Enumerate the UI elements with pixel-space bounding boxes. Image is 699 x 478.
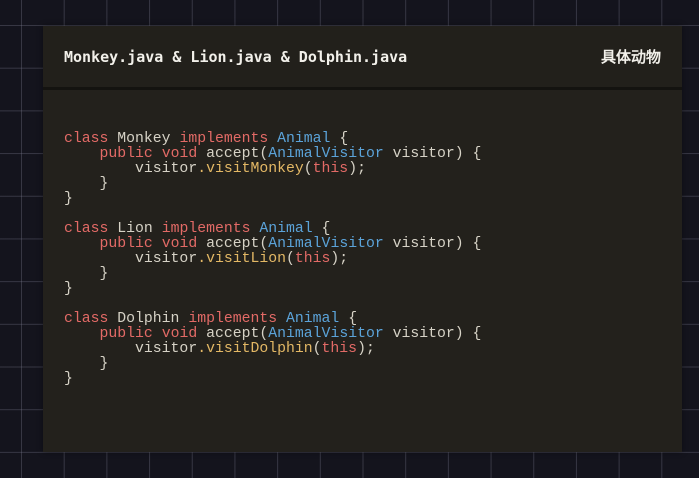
code-token: class — [64, 221, 118, 237]
code-line: } — [64, 192, 481, 207]
code-token: ( — [312, 341, 322, 357]
code-line: visitor.visitDolphin(this); — [64, 342, 481, 357]
code-token: ); — [348, 161, 366, 177]
code-token: Animal — [259, 221, 322, 237]
code-token: AnimalVisitor — [268, 236, 393, 252]
code-line: public void accept(AnimalVisitor visitor… — [64, 326, 482, 342]
code-line: visitor.visitLion(this); — [64, 252, 481, 267]
code-token: } — [64, 266, 109, 282]
code-token: Animal — [286, 311, 349, 327]
file-title: Monkey.java & Lion.java & Dolphin.java — [64, 47, 408, 66]
code-token: accept( — [206, 236, 269, 252]
code-token: accept( — [206, 146, 269, 162]
code-token: } — [64, 191, 73, 207]
code-token: { — [348, 311, 358, 327]
code-token: this — [321, 341, 358, 357]
code-token: .visitLion — [197, 251, 286, 267]
code-token: ); — [357, 341, 375, 357]
code-token: AnimalVisitor — [268, 326, 393, 342]
code-line: public void accept(AnimalVisitor visitor… — [64, 236, 482, 252]
code-token: visitor) { — [392, 326, 482, 342]
category-label: 具体动物 — [600, 48, 661, 66]
code-token: void — [161, 326, 207, 342]
code-token: void — [161, 146, 207, 162]
code-token: AnimalVisitor — [268, 146, 393, 162]
code-token: visitor — [64, 161, 198, 177]
code-token: visitor — [64, 251, 198, 267]
code-token: public — [99, 326, 162, 342]
code-token: } — [64, 281, 73, 297]
code-token: } — [64, 371, 73, 387]
code-token: implements — [161, 221, 260, 237]
code-token: public — [99, 236, 162, 252]
code-token: Lion — [117, 221, 162, 237]
code-token: ); — [330, 251, 349, 267]
code-token: { — [321, 221, 331, 237]
code-line: } — [64, 372, 481, 387]
code-token: implements — [188, 311, 287, 327]
code-line: class Dolphin implements Animal { — [64, 312, 481, 327]
code-token: Animal — [277, 131, 340, 147]
code-token: Monkey — [117, 131, 180, 147]
code-token: ( — [303, 161, 313, 177]
code-line: } — [64, 177, 481, 192]
code-block: class Monkey implements Animal { public … — [64, 132, 481, 387]
code-token: public — [99, 146, 162, 162]
code-line: class Lion implements Animal { — [64, 222, 481, 237]
code-token: class — [64, 311, 118, 327]
code-token: class — [64, 131, 118, 147]
code-token: visitor) { — [392, 146, 482, 162]
code-card: Monkey.java & Lion.java & Dolphin.java 具… — [43, 26, 682, 452]
code-token: Dolphin — [117, 311, 189, 327]
code-token: this — [294, 251, 331, 267]
code-line: class Monkey implements Animal { — [64, 132, 481, 147]
code-line: public void accept(AnimalVisitor visitor… — [64, 146, 482, 162]
code-line: } — [64, 357, 481, 372]
code-token: visitor) { — [392, 236, 482, 252]
code-token: this — [312, 161, 349, 177]
card-header: Monkey.java & Lion.java & Dolphin.java 具… — [43, 26, 682, 90]
code-line: } — [64, 267, 481, 282]
code-token: void — [161, 236, 207, 252]
code-token: accept( — [206, 326, 269, 342]
code-line: } — [64, 282, 481, 297]
code-token: .visitMonkey — [197, 161, 304, 177]
code-token: .visitDolphin — [197, 341, 313, 357]
code-token: { — [339, 131, 349, 147]
code-line: visitor.visitMonkey(this); — [64, 162, 481, 177]
code-token: ( — [286, 251, 295, 267]
code-token: visitor — [64, 341, 198, 357]
code-token: } — [64, 356, 109, 372]
code-token: implements — [179, 131, 278, 147]
code-token: } — [64, 176, 109, 192]
